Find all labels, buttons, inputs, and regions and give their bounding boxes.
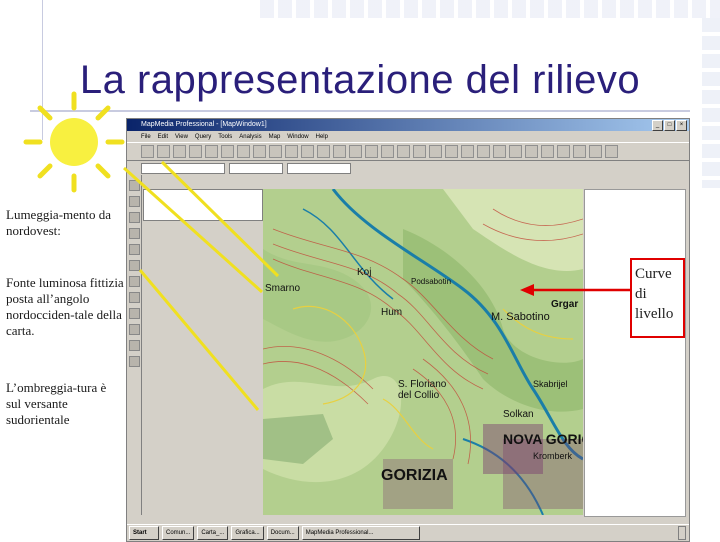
toolbar-button[interactable] <box>173 145 186 158</box>
map-label-nova-gorica: NOVA GORICA <box>503 431 583 447</box>
taskbar-button[interactable]: MapMedia Professional... <box>301 526 420 540</box>
sun-icon <box>23 91 125 193</box>
tool-icon[interactable] <box>129 260 140 271</box>
toolbar-button[interactable] <box>365 145 378 158</box>
menu-file[interactable]: File <box>141 134 151 140</box>
taskbar-button[interactable]: Grafica... <box>231 526 264 540</box>
tool-icon[interactable] <box>129 292 140 303</box>
map-label-kromberk: Kromberk <box>533 451 573 461</box>
toolbar-button[interactable] <box>285 145 298 158</box>
secondary-toolbar <box>127 161 689 175</box>
toolbar-button[interactable] <box>253 145 266 158</box>
toolbar-button[interactable] <box>269 145 282 158</box>
menu-view[interactable]: View <box>175 134 188 140</box>
toolbar-button[interactable] <box>301 145 314 158</box>
layer-combo[interactable] <box>141 162 225 174</box>
toolbar-button[interactable] <box>573 145 586 158</box>
tool-icon[interactable] <box>129 196 140 207</box>
toolbar-button[interactable] <box>333 145 346 158</box>
topographic-map[interactable]: Smarno Koj Podsabotin Hum M. Sabotino Gr… <box>263 189 583 515</box>
tool-icon[interactable] <box>129 356 140 367</box>
sun-disc <box>50 118 98 166</box>
tool-icon[interactable] <box>129 212 140 223</box>
contour-lines-callout: Curve di livello <box>630 258 685 338</box>
tool-icon[interactable] <box>129 324 140 335</box>
slide-corner-decoration <box>260 0 720 18</box>
menu-map[interactable]: Map <box>269 134 281 140</box>
map-label-podsabotin: Podsabotin <box>411 277 452 286</box>
slide-title: La rappresentazione del rilievo <box>79 58 641 102</box>
toolbar-button[interactable] <box>381 145 394 158</box>
toolbar-button[interactable] <box>413 145 426 158</box>
toolbar-button[interactable] <box>189 145 202 158</box>
tool-icon[interactable] <box>129 228 140 239</box>
maximize-icon[interactable]: □ <box>664 120 675 131</box>
menu-bar: File Edit View Query Tools Analysis Map … <box>127 131 689 142</box>
left-tool-strip <box>127 175 142 515</box>
map-label-smarno: Smarno <box>265 283 301 294</box>
toolbar-button[interactable] <box>445 145 458 158</box>
toolbar-button[interactable] <box>509 145 522 158</box>
toolbar-button[interactable] <box>557 145 570 158</box>
menu-query[interactable]: Query <box>195 134 211 140</box>
slide-corner-decoration-vertical <box>702 18 720 188</box>
toolbar-button[interactable] <box>141 145 154 158</box>
taskbar-clock <box>678 526 686 540</box>
map-label-m-sabotino: M. Sabotino <box>491 311 550 323</box>
toolbar-button[interactable] <box>157 145 170 158</box>
right-panel <box>584 189 686 517</box>
slide-decoration-line-horizontal <box>30 110 690 112</box>
map-label-grgar: Grgar <box>551 299 579 310</box>
map-label-koj: Koj <box>357 267 372 278</box>
toolbar-button[interactable] <box>477 145 490 158</box>
toolbar-button[interactable] <box>349 145 362 158</box>
main-toolbar <box>127 142 689 161</box>
scale-combo[interactable] <box>229 162 283 174</box>
toolbar-button[interactable] <box>221 145 234 158</box>
windows-taskbar: Start Comun... Carta_... Grafica... Docu… <box>127 524 689 541</box>
zoom-combo[interactable] <box>287 162 351 174</box>
toolbar-button[interactable] <box>397 145 410 158</box>
close-icon[interactable]: × <box>676 120 687 131</box>
app-title: MapMedia Professional - [MapWindow1] <box>141 121 267 128</box>
tool-icon[interactable] <box>129 308 140 319</box>
toolbar-button[interactable] <box>493 145 506 158</box>
toolbar-button[interactable] <box>589 145 602 158</box>
sun-rays <box>23 91 125 193</box>
map-label-s-floriano: S. Floriano del Collio <box>398 379 447 401</box>
tool-icon[interactable] <box>129 340 140 351</box>
tool-icon[interactable] <box>129 244 140 255</box>
tool-icon[interactable] <box>129 180 140 191</box>
toolbar-button[interactable] <box>605 145 618 158</box>
minimize-icon[interactable]: _ <box>652 120 663 131</box>
menu-help[interactable]: Help <box>316 134 328 140</box>
gis-app-window: MapMedia Professional - [MapWindow1] _ □… <box>126 118 690 542</box>
note-lighting: Lumeggia-mento da nordovest: <box>6 207 112 238</box>
tool-icon[interactable] <box>129 276 140 287</box>
app-titlebar: MapMedia Professional - [MapWindow1] _ □… <box>127 119 689 131</box>
map-label-solkan: Solkan <box>503 409 534 420</box>
toolbar-button[interactable] <box>461 145 474 158</box>
note-shading: L’ombreggia-tura è sul versante sudorien… <box>6 380 107 427</box>
layer-list-panel[interactable] <box>143 189 263 221</box>
taskbar-button[interactable]: Carta_... <box>197 526 229 540</box>
toolbar-button[interactable] <box>317 145 330 158</box>
toolbar-button[interactable] <box>205 145 218 158</box>
start-button[interactable]: Start <box>129 526 159 540</box>
toolbar-button[interactable] <box>237 145 250 158</box>
taskbar-button[interactable]: Comun... <box>162 526 195 540</box>
map-label-skabrijel: Skabrijel <box>533 379 568 389</box>
menu-window[interactable]: Window <box>287 134 308 140</box>
map-label-hum: Hum <box>381 307 403 318</box>
toolbar-button[interactable] <box>429 145 442 158</box>
menu-tools[interactable]: Tools <box>218 134 232 140</box>
toolbar-button[interactable] <box>541 145 554 158</box>
menu-analysis[interactable]: Analysis <box>239 134 261 140</box>
map-label-gorizia: GORIZIA <box>381 467 448 484</box>
toolbar-button[interactable] <box>525 145 538 158</box>
menu-edit[interactable]: Edit <box>158 134 168 140</box>
note-light-source: Fonte luminosa fittizia posta all’angolo… <box>6 275 124 338</box>
taskbar-button[interactable]: Docum... <box>266 526 299 540</box>
